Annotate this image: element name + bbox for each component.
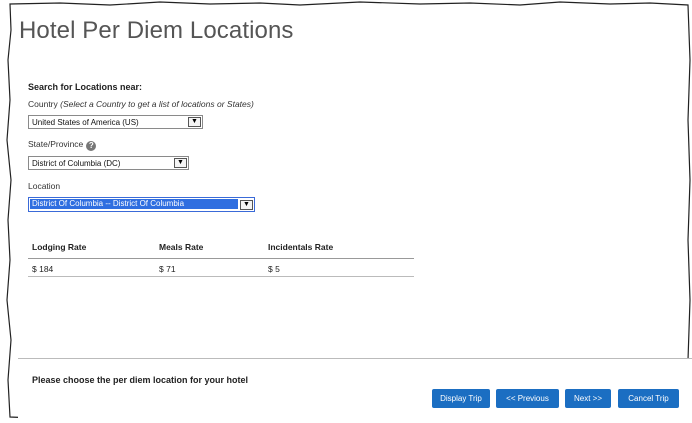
page-title: Hotel Per Diem Locations xyxy=(19,17,294,44)
search-section-heading: Search for Locations near: xyxy=(28,82,143,92)
lodging-rate-value: $ 184 xyxy=(32,264,54,274)
state-select-value: District of Columbia (DC) xyxy=(32,159,121,168)
country-label: Country xyxy=(28,99,58,109)
country-hint: (Select a Country to get a list of locat… xyxy=(60,99,254,109)
chevron-down-icon[interactable]: ▼ xyxy=(174,158,187,168)
cancel-trip-button[interactable]: Cancel Trip xyxy=(618,389,679,408)
location-select[interactable]: District Of Columbia -- District Of Colu… xyxy=(28,197,255,212)
location-select-value: District Of Columbia -- District Of Colu… xyxy=(30,199,238,209)
incidentals-rate-header: Incidentals Rate xyxy=(268,242,334,252)
rates-row-divider xyxy=(28,276,414,277)
next-button[interactable]: Next >> xyxy=(565,389,611,408)
state-select[interactable]: District of Columbia (DC) ▼ xyxy=(28,156,189,170)
country-select-value: United States of America (US) xyxy=(32,118,139,127)
rates-header-divider xyxy=(28,258,414,259)
meals-rate-value: $ 71 xyxy=(159,264,176,274)
incidentals-rate-value: $ 5 xyxy=(268,264,280,274)
previous-button[interactable]: << Previous xyxy=(496,389,559,408)
display-trip-button[interactable]: Display Trip xyxy=(432,389,490,408)
state-label-row: State/Province? xyxy=(28,139,97,151)
lodging-rate-header: Lodging Rate xyxy=(32,242,87,252)
location-label: Location xyxy=(28,181,61,191)
country-select[interactable]: United States of America (US) ▼ xyxy=(28,115,203,129)
chevron-down-icon[interactable]: ▼ xyxy=(188,117,201,127)
country-label-row: Country (Select a Country to get a list … xyxy=(28,99,254,109)
chevron-down-icon[interactable]: ▼ xyxy=(240,200,253,210)
footer-message: Please choose the per diem location for … xyxy=(32,375,249,385)
state-label: State/Province xyxy=(28,139,84,149)
meals-rate-header: Meals Rate xyxy=(159,242,204,252)
help-icon[interactable]: ? xyxy=(86,141,97,151)
